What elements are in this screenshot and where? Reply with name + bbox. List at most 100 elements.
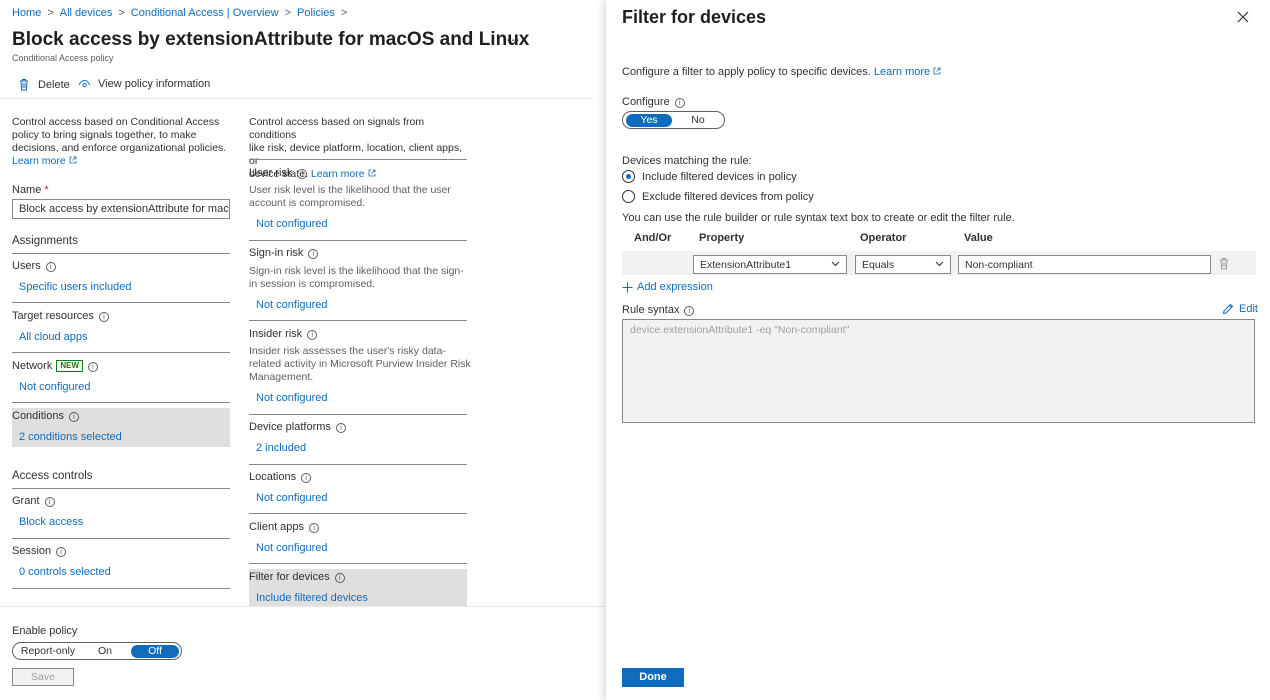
learn-more-link[interactable]: Learn more [874, 66, 930, 78]
info-icon[interactable]: i [301, 473, 312, 483]
info-icon[interactable]: i [45, 262, 56, 272]
desc-line: Control access based on signals from con… [249, 116, 425, 141]
session-value-link[interactable]: 0 controls selected [19, 566, 111, 578]
breadcrumb-ca-overview[interactable]: Conditional Access | Overview [131, 7, 279, 19]
breadcrumb-home[interactable]: Home [12, 7, 41, 19]
option-no[interactable]: No [675, 114, 721, 127]
breadcrumb: Home > All devices > Conditional Access | Ov… [12, 7, 353, 19]
insider-risk-value-link[interactable]: Not configured [256, 392, 328, 404]
divider [249, 320, 467, 321]
trash-icon[interactable] [1218, 257, 1230, 270]
info-icon[interactable]: i [68, 412, 79, 422]
user-risk-value-link[interactable]: Not configured [256, 218, 328, 230]
info-icon[interactable]: i [684, 306, 695, 316]
insider-risk-label: Insider risk i [249, 328, 318, 340]
option-on[interactable]: On [81, 645, 129, 658]
divider [12, 402, 230, 403]
filter-devices-value-link[interactable]: Include filtered devices [256, 592, 368, 604]
info-icon[interactable]: i [307, 330, 318, 340]
radio-include[interactable]: Include filtered devices in policy [622, 170, 797, 183]
filter-devices-panel: Filter for devices Configure a filter to… [606, 0, 1270, 700]
network-label: Network NEW i [12, 360, 99, 372]
info-icon[interactable]: i [44, 497, 55, 507]
property-value: ExtensionAttribute1 [700, 259, 792, 271]
radio-include-label: Include filtered devices in policy [642, 170, 797, 183]
info-icon[interactable]: i [335, 423, 346, 433]
conditions-label: Conditions i [12, 410, 79, 422]
client-apps-value-link[interactable]: Not configured [256, 542, 328, 554]
grant-value-link[interactable]: Block access [19, 516, 83, 528]
chevron-right-icon: > [118, 7, 125, 19]
col-property: Property [699, 232, 745, 244]
info-icon[interactable]: i [297, 169, 308, 179]
panel-intro: Configure a filter to apply policy to sp… [622, 66, 941, 78]
info-icon[interactable]: i [88, 362, 99, 372]
toolbar-divider [0, 98, 594, 99]
operator-dropdown[interactable]: Equals [855, 255, 951, 274]
desc-line: decisions, and enforce organizational po… [12, 142, 227, 154]
name-input[interactable]: Block access by extensionAttribute for m… [12, 199, 230, 219]
col-value: Value [964, 232, 993, 244]
done-button[interactable]: Done [622, 668, 684, 687]
breadcrumb-policies[interactable]: Policies [297, 7, 335, 19]
add-expression-button[interactable]: Add expression [622, 281, 713, 293]
property-dropdown[interactable]: ExtensionAttribute1 [693, 255, 847, 274]
info-icon[interactable]: i [98, 312, 109, 322]
learn-more-link[interactable]: Learn more [12, 155, 66, 167]
info-icon[interactable]: i [674, 98, 685, 108]
add-expression-label: Add expression [637, 281, 713, 293]
more-options-button[interactable]: ··· [506, 31, 520, 47]
learn-more-link[interactable]: Learn more [311, 168, 365, 180]
view-policy-info-button[interactable]: View policy information [78, 78, 210, 90]
signin-risk-value-link[interactable]: Not configured [256, 299, 328, 311]
info-icon[interactable]: i [56, 547, 67, 557]
signin-risk-label: Sign-in risk i [249, 247, 319, 259]
policy-description: Control access based on Conditional Acce… [12, 116, 232, 168]
external-link-icon [69, 156, 77, 164]
rule-syntax-textbox[interactable]: device.extensionAttribute1 -eq "Non-comp… [622, 319, 1255, 423]
network-value-link[interactable]: Not configured [19, 381, 91, 393]
page-subtitle: Conditional Access policy [12, 53, 114, 63]
info-icon[interactable]: i [334, 573, 345, 583]
delete-button[interactable]: Delete [18, 78, 70, 91]
option-off-selected[interactable]: Off [131, 645, 179, 658]
divider [12, 488, 230, 489]
matching-label: Devices matching the rule: [622, 155, 752, 167]
signin-risk-desc: Sign-in risk level is the likelihood tha… [249, 265, 464, 290]
option-yes-selected[interactable]: Yes [626, 114, 672, 127]
breadcrumb-all-devices[interactable]: All devices [60, 7, 113, 19]
value-input[interactable]: Non-compliant [958, 255, 1211, 274]
users-value-link[interactable]: Specific users included [19, 281, 132, 293]
radio-exclude[interactable]: Exclude filtered devices from policy [622, 190, 814, 203]
device-platforms-value-link[interactable]: 2 included [256, 442, 306, 454]
external-link-icon [933, 67, 941, 75]
operator-value: Equals [862, 259, 895, 271]
chevron-down-icon [935, 261, 944, 267]
option-report-only[interactable]: Report-only [16, 645, 80, 658]
chevron-right-icon: > [284, 7, 291, 19]
divider [12, 253, 230, 254]
target-resources-label: Target resources i [12, 310, 109, 322]
desc-line: like risk, device platform, location, cl… [249, 142, 463, 167]
col-operator: Operator [860, 232, 907, 244]
rule-row: ExtensionAttribute1 Equals Non-compliant [622, 251, 1256, 275]
info-icon[interactable]: i [309, 523, 320, 533]
target-resources-value-link[interactable]: All cloud apps [19, 331, 88, 343]
edit-button[interactable]: Edit [1222, 303, 1258, 315]
trash-icon [20, 79, 28, 91]
configure-toggle[interactable]: Yes No [622, 111, 725, 129]
info-icon[interactable]: i [308, 249, 319, 259]
footer-divider [0, 606, 606, 607]
divider [249, 414, 467, 415]
locations-value-link[interactable]: Not configured [256, 492, 328, 504]
client-apps-label: Client apps i [249, 521, 320, 533]
desc-line: Control access based on Conditional Acce… [12, 116, 220, 128]
session-label: Session i [12, 545, 67, 557]
conditions-value-link[interactable]: 2 conditions selected [19, 431, 122, 443]
save-button[interactable]: Save [12, 668, 74, 686]
enable-policy-toggle[interactable]: Report-only On Off [12, 642, 182, 660]
users-label: Users i [12, 260, 56, 272]
divider [249, 513, 467, 514]
close-icon[interactable] [1236, 10, 1250, 24]
chevron-down-icon [831, 261, 840, 267]
